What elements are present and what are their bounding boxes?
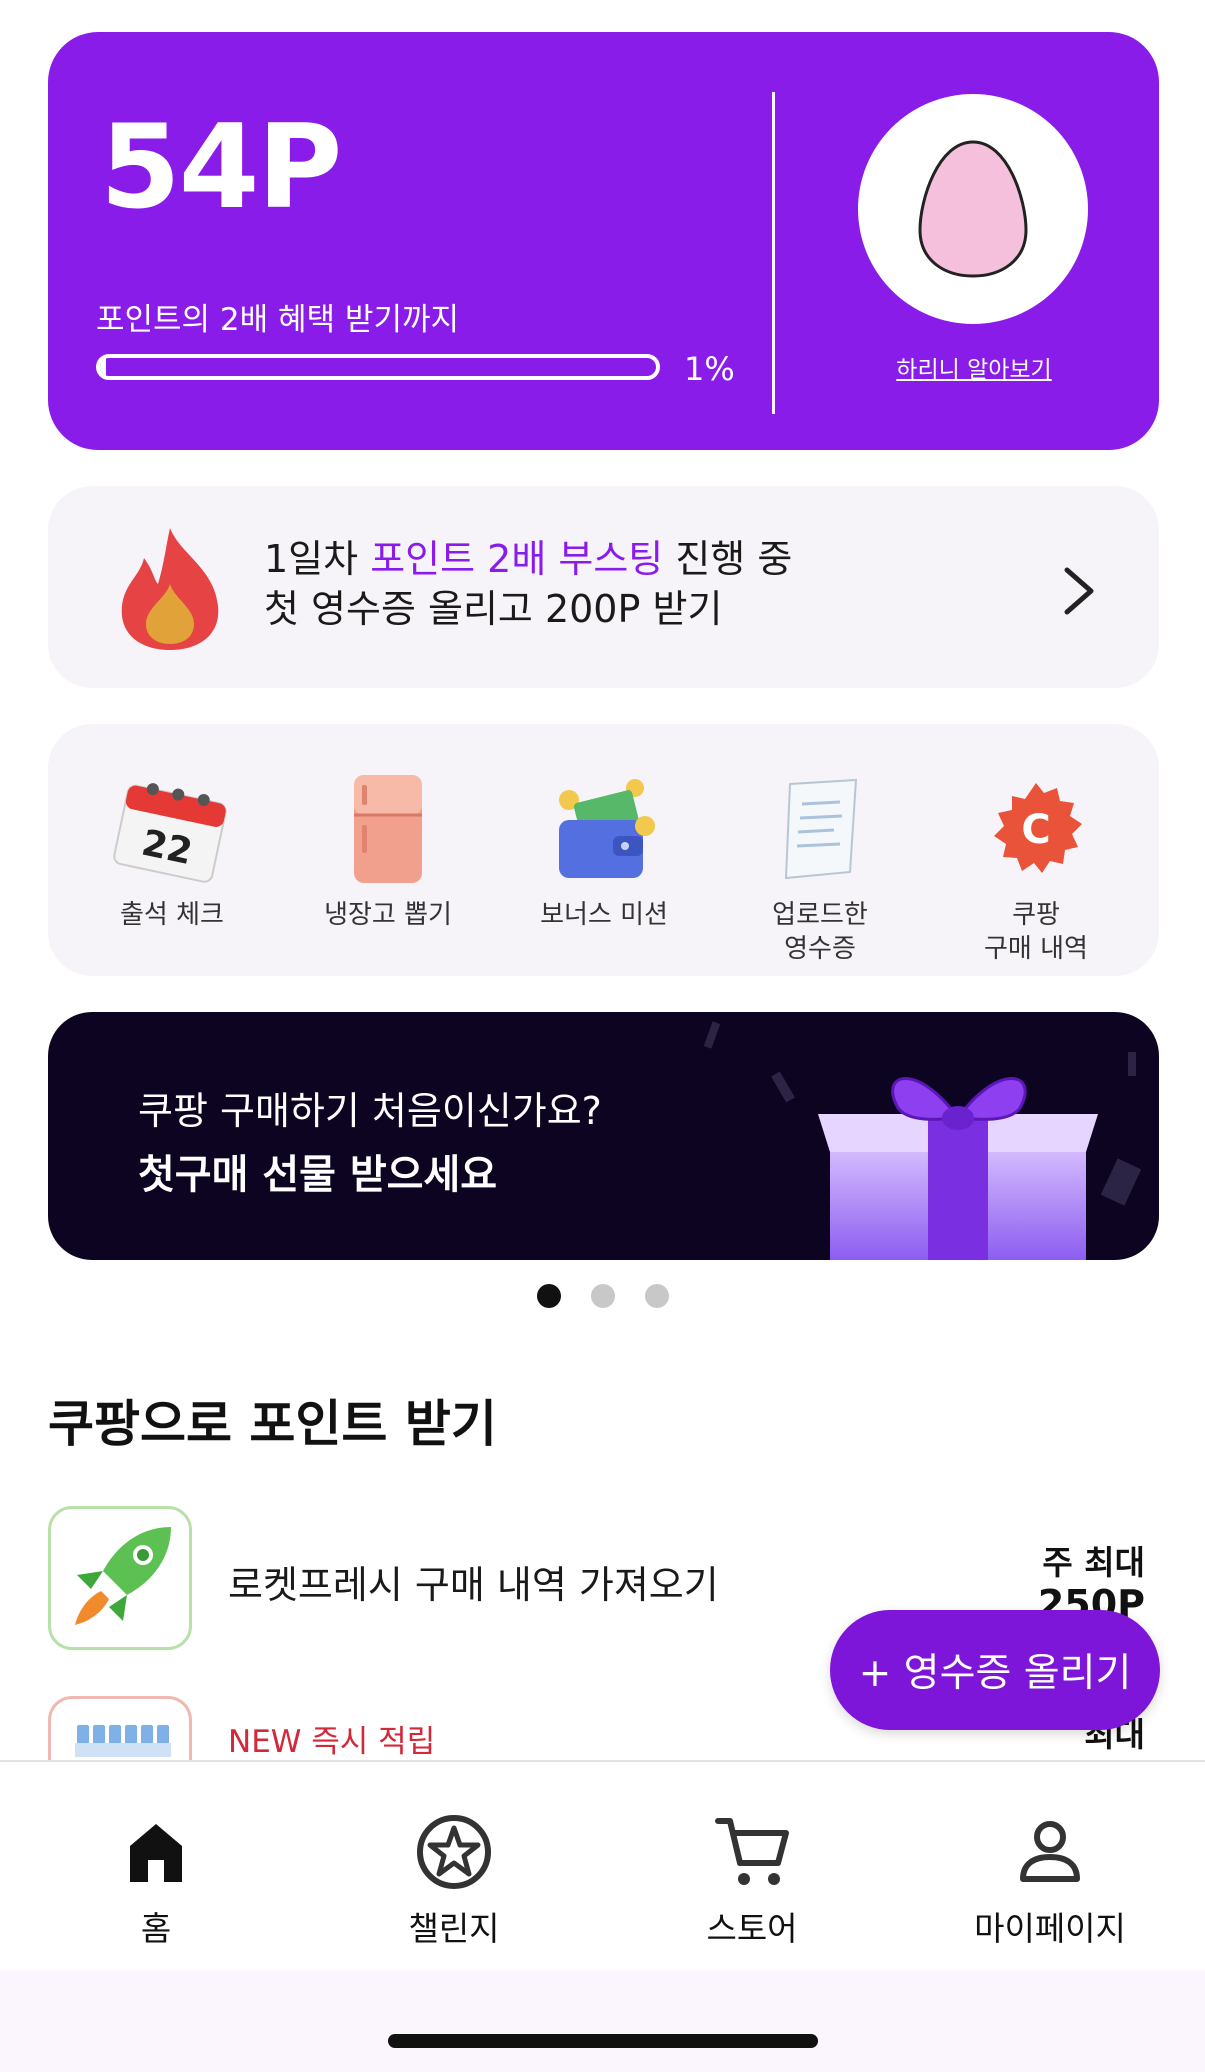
points-caption: 포인트의 2배 혜택 받기까지 (96, 302, 460, 338)
svg-text:C: C (1021, 807, 1050, 853)
home-icon (130, 1824, 182, 1882)
gift-icon (818, 1077, 1098, 1260)
chevron-right-icon (1064, 567, 1094, 615)
boost-status: 진행 중 (663, 537, 793, 581)
quick-item-attendance[interactable]: 22 출석 체크 (72, 764, 272, 932)
promo-banner[interactable]: 쿠팡 구매하기 처음이신가요? 첫구매 선물 받으세요 (48, 1012, 1159, 1260)
product-icon (75, 1725, 171, 1757)
carousel-dot[interactable] (536, 1284, 561, 1308)
rocket-icon (75, 1527, 171, 1625)
boost-highlight: 포인트 2배 부스팅 (370, 537, 664, 581)
promo-subtitle: 첫구매 선물 받으세요 (138, 1152, 498, 1198)
item-thumbnail (48, 1696, 192, 1760)
calendar-icon: 22 (113, 783, 227, 883)
quick-label: 냉장고 뽑기 (324, 900, 452, 930)
carousel-dot[interactable] (590, 1284, 615, 1308)
quick-label: 쿠팡 구매 내역 (984, 900, 1088, 964)
home-indicator-area (0, 1970, 1205, 2072)
fridge-icon (354, 775, 422, 883)
egg-avatar[interactable] (858, 94, 1088, 324)
quick-item-bonus[interactable]: 보너스 미션 (504, 764, 704, 932)
item-reward-prefix: 주 최대 (1042, 1543, 1145, 1582)
nav-store[interactable]: 스토어 (632, 1812, 872, 1950)
carousel-dot[interactable] (644, 1284, 669, 1308)
section-title: 쿠팡으로 포인트 받기 (48, 1395, 497, 1453)
cart-icon (715, 1818, 789, 1885)
boost-text: 1일차 포인트 2배 부스팅 진행 중 첫 영수증 올리고 200P 받기 (264, 534, 792, 634)
egg-icon (918, 140, 1028, 278)
points-value: 54P (100, 100, 342, 235)
learn-more-link[interactable]: 하리니 알아보기 (868, 350, 1080, 384)
item-tag: NEW 즉시 적립 (228, 1724, 436, 1760)
boost-day: 1일차 (264, 537, 371, 581)
progress-percent: 1% (684, 350, 735, 388)
carousel-indicator (0, 1284, 1205, 1308)
quick-item-fridge[interactable]: 냉장고 뽑기 (288, 764, 488, 932)
upload-receipt-button[interactable]: + 영수증 올리기 (830, 1610, 1160, 1730)
coupang-icon: C (994, 783, 1082, 873)
bottom-nav: 홈 챌린지 스토어 마이페이지 (0, 1760, 1205, 1970)
star-circle-icon (417, 1815, 491, 1889)
points-card[interactable]: 54P 포인트의 2배 혜택 받기까지 1% 하리니 알아보기 (48, 32, 1159, 450)
quick-label: 업로드한 영수증 (772, 900, 868, 964)
boost-subtitle: 첫 영수증 올리고 200P 받기 (264, 587, 723, 631)
home-indicator[interactable] (388, 2034, 818, 2048)
nav-label: 스토어 (706, 1909, 798, 1948)
flame-icon (121, 528, 219, 650)
boost-banner[interactable]: 1일차 포인트 2배 부스팅 진행 중 첫 영수증 올리고 200P 받기 (48, 486, 1159, 688)
nav-label: 챌린지 (408, 1909, 500, 1948)
quick-menu: 22 출석 체크 냉장고 뽑기 보너스 미션 업로드한 영수증 C 쿠팡 구매 … (48, 724, 1159, 976)
quick-item-coupang[interactable]: C 쿠팡 구매 내역 (936, 764, 1136, 966)
nav-label: 홈 (140, 1909, 172, 1948)
nav-challenge[interactable]: 챌린지 (334, 1812, 574, 1950)
promo-title: 쿠팡 구매하기 처음이신가요? (138, 1089, 602, 1133)
nav-mypage[interactable]: 마이페이지 (930, 1812, 1170, 1950)
person-icon (1020, 1821, 1080, 1882)
quick-item-receipts[interactable]: 업로드한 영수증 (720, 764, 920, 966)
quick-label: 출석 체크 (120, 900, 224, 930)
item-title: 로켓프레시 구매 내역 가져오기 (228, 1563, 719, 1607)
nav-home[interactable]: 홈 (36, 1812, 276, 1950)
wallet-icon (559, 779, 655, 878)
nav-label: 마이페이지 (974, 1909, 1126, 1948)
receipt-icon (784, 778, 858, 880)
card-divider (772, 92, 775, 414)
progress-bar (96, 354, 660, 380)
item-thumbnail (48, 1506, 192, 1650)
progress-fill (100, 358, 106, 376)
quick-label: 보너스 미션 (540, 900, 668, 930)
